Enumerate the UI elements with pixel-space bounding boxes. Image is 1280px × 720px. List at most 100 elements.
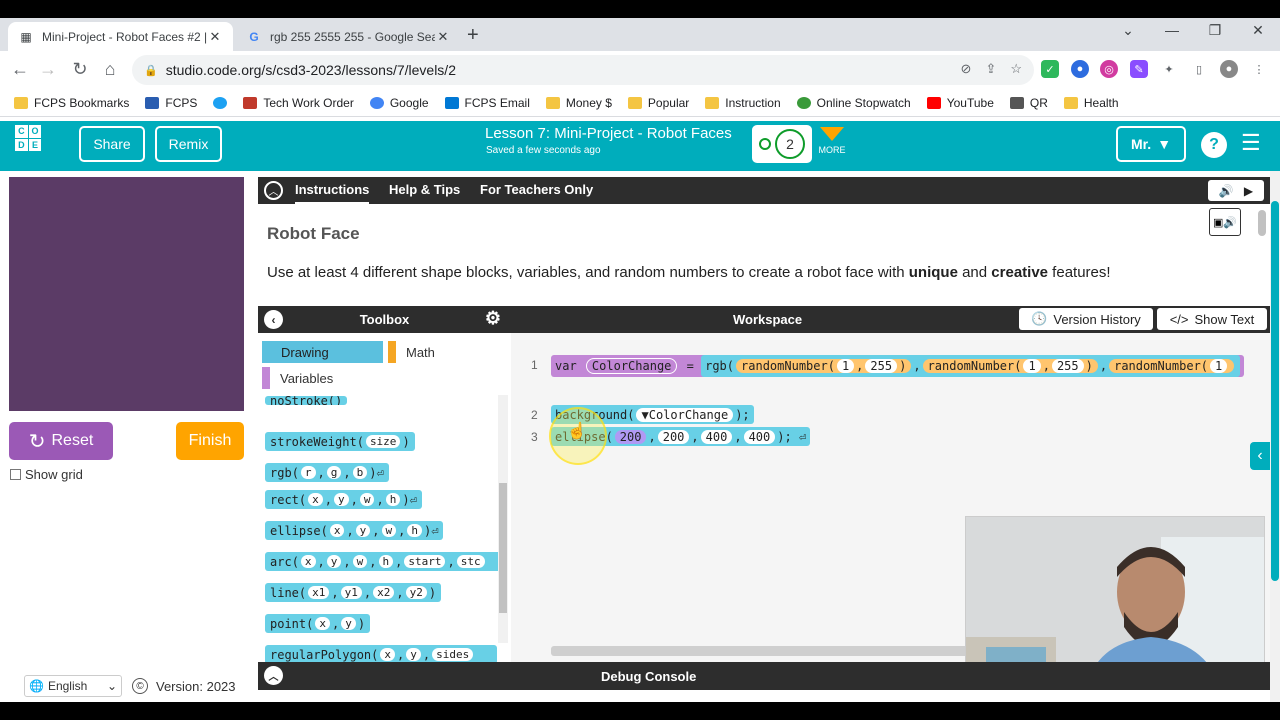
block-line[interactable]: line(x1, y1, x2, y2) bbox=[265, 583, 442, 602]
gear-icon[interactable]: ⚙ bbox=[485, 308, 501, 329]
block-arg[interactable]: x bbox=[315, 617, 330, 630]
extension-icon[interactable]: ● bbox=[1071, 60, 1089, 78]
browser-tab-active[interactable]: ▦ Mini-Project - Robot Faces #2 | L ✕ bbox=[8, 22, 233, 51]
remix-button[interactable]: Remix bbox=[155, 126, 222, 162]
random-number-block[interactable]: randomNumber(1, 255) bbox=[736, 359, 912, 373]
address-bar[interactable]: 🔒 studio.code.org/s/csd3-2023/lessons/7/… bbox=[132, 55, 1034, 85]
random-number-block[interactable]: randomNumber(1 bbox=[1109, 359, 1235, 373]
arg-value[interactable]: 200 bbox=[657, 429, 690, 444]
tab-help-tips[interactable]: Help & Tips bbox=[389, 182, 460, 197]
block-arg[interactable]: x2 bbox=[373, 586, 395, 599]
kebab-menu-icon[interactable]: ⋮ bbox=[1250, 60, 1268, 78]
checkbox-icon[interactable] bbox=[10, 469, 21, 480]
version-history-button[interactable]: 🕓 Version History bbox=[1019, 308, 1153, 330]
block-arg[interactable]: h bbox=[378, 555, 394, 568]
collapse-toolbox-icon[interactable]: ‹ bbox=[264, 310, 283, 329]
arg-value[interactable]: 400 bbox=[700, 429, 733, 444]
reset-button[interactable]: ↻ Reset bbox=[9, 422, 113, 460]
block-rect[interactable]: rect(x, y, w, h) ⏎ bbox=[265, 490, 422, 509]
scrollbar-thumb[interactable] bbox=[499, 483, 507, 613]
tracking-icon[interactable]: ⊘ bbox=[961, 61, 972, 77]
block-arg[interactable]: x bbox=[300, 555, 316, 568]
block-arg[interactable]: y bbox=[326, 555, 342, 568]
arg-value[interactable]: 1 bbox=[836, 359, 855, 373]
block-arg[interactable]: h bbox=[407, 524, 423, 537]
instructions-scrollbar[interactable] bbox=[1258, 210, 1266, 236]
code-org-logo[interactable]: C O D E bbox=[15, 125, 55, 165]
block-arg[interactable]: g bbox=[326, 466, 342, 479]
tab-instructions[interactable]: Instructions bbox=[295, 182, 370, 204]
finish-button[interactable]: Finish bbox=[176, 422, 244, 460]
block-arg[interactable]: stc bbox=[456, 555, 485, 568]
block-arg[interactable]: x bbox=[380, 648, 396, 661]
bookmark-instruction[interactable]: Instruction bbox=[705, 96, 781, 110]
level-dot[interactable] bbox=[759, 138, 771, 150]
block-arg[interactable]: sides bbox=[432, 648, 474, 661]
arg-value[interactable]: 200 bbox=[614, 429, 647, 444]
block-arg[interactable]: r bbox=[300, 466, 316, 479]
block-arg[interactable]: b bbox=[352, 466, 368, 479]
puzzle-icon[interactable]: ✦ bbox=[1160, 60, 1178, 78]
block-arg[interactable]: y bbox=[341, 617, 356, 630]
page-scrollbar[interactable] bbox=[1270, 171, 1280, 702]
bookmark-qr[interactable]: QR bbox=[1009, 96, 1048, 110]
app-canvas[interactable] bbox=[9, 177, 244, 411]
block-point[interactable]: point(x, y) bbox=[265, 614, 371, 633]
more-button[interactable]: MORE bbox=[817, 127, 847, 155]
code-block-rgb[interactable]: rgb( randomNumber(1, 255), randomNumber(1… bbox=[701, 355, 1241, 377]
lesson-title[interactable]: Lesson 7: Mini-Project - Robot Faces bbox=[485, 125, 732, 142]
block-arg[interactable]: size bbox=[365, 435, 401, 448]
block-nostroke[interactable]: noStroke() bbox=[265, 396, 348, 405]
block-arg[interactable]: w bbox=[352, 555, 368, 568]
hamburger-menu-icon[interactable]: ☰ bbox=[1241, 132, 1265, 154]
arg-value[interactable]: 255 bbox=[1051, 359, 1084, 373]
category-variables[interactable]: Variables bbox=[262, 367, 383, 389]
user-menu-button[interactable]: Mr. ▼ bbox=[1116, 126, 1186, 162]
block-arg[interactable]: y2 bbox=[405, 586, 427, 599]
reload-icon[interactable]: ↻ bbox=[68, 59, 92, 80]
show-grid-checkbox[interactable]: Show grid bbox=[10, 467, 83, 482]
tab-search-icon[interactable]: ⌄ bbox=[1108, 22, 1148, 39]
block-arg[interactable]: y bbox=[406, 648, 421, 661]
bookmark-fcps[interactable]: FCPS bbox=[145, 96, 197, 110]
home-icon[interactable]: ⌂ bbox=[98, 59, 122, 80]
play-icon[interactable]: ▶ bbox=[1244, 184, 1253, 198]
block-arg[interactable]: y bbox=[334, 493, 349, 506]
share-button[interactable]: Share bbox=[79, 126, 145, 162]
toolbox-scrollbar[interactable] bbox=[498, 395, 508, 643]
bookmark-tech-work-order[interactable]: Tech Work Order bbox=[243, 96, 354, 110]
new-tab-icon[interactable]: + bbox=[467, 24, 479, 47]
collapse-icon[interactable]: ︿ bbox=[264, 181, 283, 200]
bookmark-popular[interactable]: Popular bbox=[627, 96, 689, 110]
restore-icon[interactable]: ❐ bbox=[1195, 22, 1235, 39]
text-to-speech-controls[interactable]: 🔊 ▶ bbox=[1208, 180, 1264, 201]
arg-value[interactable]: 1 bbox=[1210, 359, 1228, 373]
random-number-block[interactable]: randomNumber(1, 255) bbox=[922, 359, 1098, 373]
debug-console-bar[interactable]: ︿ Debug Console bbox=[258, 662, 1270, 690]
block-rgb[interactable]: rgb(r, g, b) ⏎ bbox=[265, 463, 389, 482]
block-arg[interactable]: x1 bbox=[308, 586, 330, 599]
block-regularpolygon[interactable]: regularPolygon(x, y, sides bbox=[265, 645, 497, 662]
bookmark-health[interactable]: Health bbox=[1063, 96, 1119, 110]
copyright-icon[interactable]: © bbox=[132, 678, 148, 694]
bookmark-twitter[interactable] bbox=[213, 96, 228, 109]
close-tab-icon[interactable]: ✕ bbox=[207, 29, 223, 45]
share-icon[interactable]: ⇪ bbox=[985, 61, 996, 77]
category-math[interactable]: Math bbox=[388, 341, 508, 363]
close-tab-icon[interactable]: ✕ bbox=[435, 29, 451, 45]
block-arg[interactable]: x bbox=[308, 493, 323, 506]
variable-name[interactable]: ColorChange bbox=[585, 358, 678, 374]
block-strokeweight[interactable]: strokeWeight(size) bbox=[265, 432, 415, 451]
language-select[interactable]: 🌐 English ⌄ bbox=[24, 675, 122, 697]
block-arg[interactable]: start bbox=[404, 555, 446, 568]
tab-teachers-only[interactable]: For Teachers Only bbox=[480, 182, 593, 197]
sidepanel-icon[interactable]: ▯ bbox=[1190, 60, 1208, 78]
workspace-scrollbar[interactable] bbox=[551, 646, 971, 656]
arg-value[interactable]: 255 bbox=[865, 359, 898, 373]
star-icon[interactable]: ☆ bbox=[1010, 61, 1022, 77]
block-arg[interactable]: y bbox=[355, 524, 371, 537]
block-arg[interactable]: w bbox=[381, 524, 397, 537]
bookmark-money[interactable]: Money $ bbox=[545, 96, 612, 110]
browser-tab-inactive[interactable]: G rgb 255 2555 255 - Google Searc ✕ bbox=[236, 22, 461, 51]
block-arg[interactable]: w bbox=[359, 493, 375, 506]
